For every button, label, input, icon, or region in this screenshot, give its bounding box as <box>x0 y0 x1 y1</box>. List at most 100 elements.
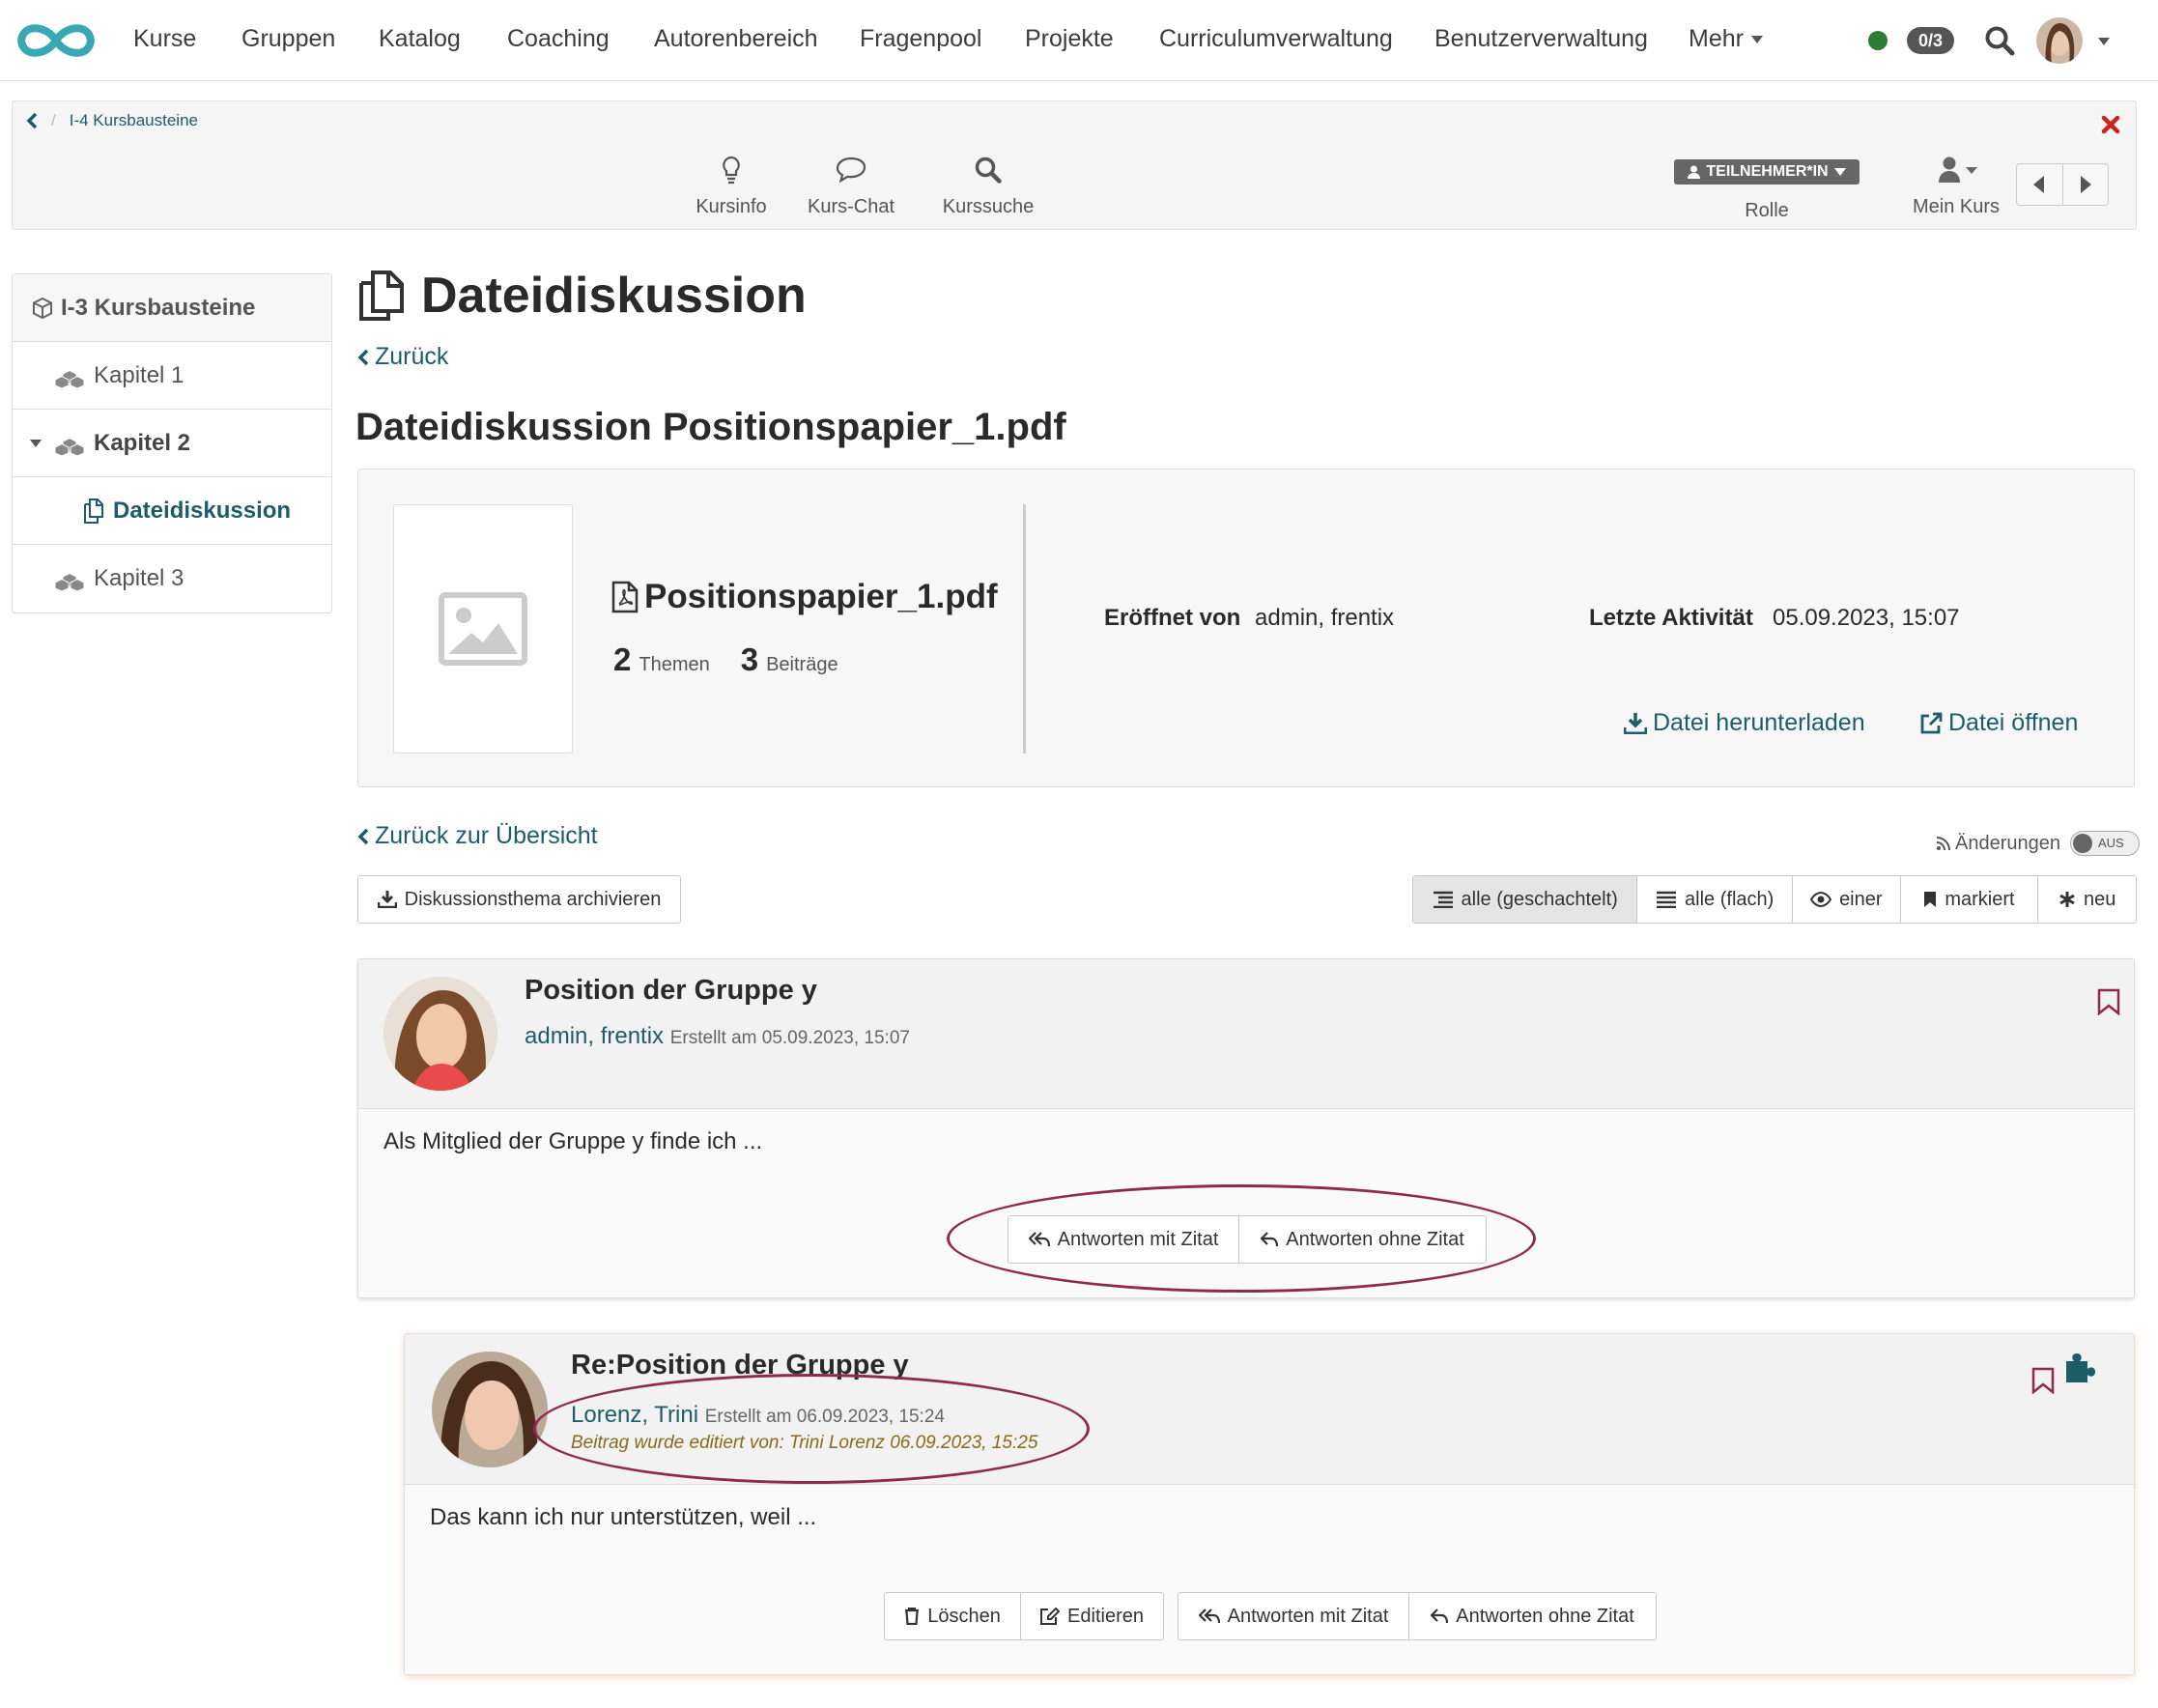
notification-badge[interactable]: 0/3 <box>1907 27 1955 54</box>
post-author-line: admin, frentix Erstellt am 05.09.2023, 1… <box>525 1023 910 1050</box>
back-chevron-icon[interactable] <box>26 112 38 129</box>
nav-mehr-dropdown[interactable]: Mehr <box>1689 25 1763 53</box>
reply-all-icon <box>1198 1608 1220 1624</box>
bookmark-icon <box>1924 892 1937 907</box>
breadcrumb-item[interactable]: I-4 Kursbausteine <box>70 111 198 130</box>
back-link-label: Zurück <box>375 343 449 370</box>
archive-topic-button[interactable]: Diskussionsthema archivieren <box>357 875 681 924</box>
nav-kurse[interactable]: Kurse <box>133 25 196 53</box>
image-placeholder-icon <box>439 592 527 666</box>
action-label: Löschen <box>927 1605 1001 1627</box>
delete-button[interactable]: Löschen <box>885 1593 1022 1639</box>
menu-item-label: Dateidiskussion <box>113 497 292 524</box>
chevron-down-icon <box>1750 35 1763 43</box>
changes-label: Änderungen <box>1955 832 2060 854</box>
post-body: Als Mitglied der Gruppe y finde ich ... <box>383 1128 763 1154</box>
menu-item-label: I-3 Kursbausteine <box>61 294 256 321</box>
reply-with-quote-button[interactable]: Antworten mit Zitat <box>1178 1593 1410 1639</box>
nav-gruppen[interactable]: Gruppen <box>241 25 335 53</box>
rss-icon <box>1936 837 1950 851</box>
user-avatar[interactable] <box>2036 17 2083 64</box>
nav-projekte[interactable]: Projekte <box>1025 25 1114 53</box>
post-author[interactable]: admin, frentix <box>525 1023 664 1049</box>
course-step-nav <box>2016 163 2109 206</box>
triangle-right-icon <box>2080 176 2091 193</box>
role-badge[interactable]: TEILNEHMER*IN <box>1674 159 1860 185</box>
filter-bookmarked-button[interactable]: markiert <box>1901 876 2039 923</box>
back-link[interactable]: Zurück <box>357 343 448 371</box>
file-stats: 2 Themen 3 Beiträge <box>613 641 838 678</box>
chevron-left-icon <box>357 828 369 844</box>
mein-kurs-menu[interactable]: Mein Kurs <box>1910 156 2002 218</box>
nav-coaching[interactable]: Coaching <box>507 25 610 53</box>
file-name[interactable]: Positionspapier_1.pdf <box>611 578 998 616</box>
menu-item-root[interactable]: I-3 Kursbausteine <box>13 274 331 342</box>
tool-kursinfo[interactable]: Kursinfo <box>681 156 781 218</box>
nav-curriculumverwaltung[interactable]: Curriculumverwaltung <box>1159 25 1393 53</box>
nav-katalog[interactable]: Katalog <box>379 25 461 53</box>
close-icon[interactable] <box>2101 115 2120 134</box>
filter-new-button[interactable]: neu <box>2038 876 2136 923</box>
filter-one-button[interactable]: einer <box>1793 876 1901 923</box>
menu-item-kapitel-3[interactable]: Kapitel 3 <box>13 545 331 612</box>
nav-benutzerverwaltung[interactable]: Benutzerverwaltung <box>1434 25 1648 53</box>
reply-without-quote-button[interactable]: Antworten ohne Zitat <box>1409 1593 1656 1639</box>
action-label: Editieren <box>1067 1605 1144 1627</box>
online-status-icon[interactable] <box>1868 31 1888 50</box>
avatar[interactable] <box>383 977 497 1091</box>
download-icon <box>1624 712 1647 734</box>
posts-count: 3 <box>740 641 759 677</box>
edit-button[interactable]: Editieren <box>1021 1593 1163 1639</box>
indent-list-icon <box>1433 891 1453 908</box>
changes-toggle[interactable]: AUS <box>2069 831 2140 856</box>
opened-by-value: admin, frentix <box>1255 605 1395 631</box>
tool-kursinfo-label: Kursinfo <box>696 196 767 217</box>
triangle-left-icon <box>2033 176 2045 193</box>
filter-flat-button[interactable]: alle (flach) <box>1637 876 1793 923</box>
page-title: Dateidiskussion <box>355 267 807 325</box>
back-to-overview-link[interactable]: Zurück zur Übersicht <box>357 822 598 850</box>
user-menu-chevron-icon[interactable] <box>2098 38 2110 45</box>
eye-icon <box>1810 892 1832 907</box>
avatar[interactable] <box>432 1352 548 1467</box>
file-thumbnail[interactable] <box>393 504 573 754</box>
themes-count: 2 <box>613 641 632 677</box>
tool-kurssuche-label: Kurssuche <box>942 196 1035 217</box>
previous-node-button[interactable] <box>2017 164 2063 205</box>
download-file-link[interactable]: Datei herunterladen <box>1624 709 1865 737</box>
menu-item-kapitel-2[interactable]: Kapitel 2 <box>13 410 331 477</box>
open-file-link[interactable]: Datei öffnen <box>1919 709 2078 737</box>
top-navigation: Kurse Gruppen Katalog Coaching Autorenbe… <box>0 0 2158 81</box>
menu-item-dateidiskussion[interactable]: Dateidiskussion <box>13 477 331 545</box>
tool-kurssuche[interactable]: Kurssuche <box>936 156 1040 218</box>
external-link-icon <box>1920 712 1943 733</box>
post-body: Das kann ich nur unterstützen, weil ... <box>430 1504 817 1530</box>
nav-fragenpool[interactable]: Fragenpool <box>860 25 981 53</box>
nav-mehr-label: Mehr <box>1689 25 1744 52</box>
toggle-knob <box>2072 834 2092 853</box>
caret-down-icon[interactable] <box>30 439 42 447</box>
bookmark-icon[interactable] <box>2097 988 2120 1015</box>
menu-item-label: Kapitel 1 <box>94 361 185 388</box>
nav-autorenbereich[interactable]: Autorenbereich <box>654 25 818 53</box>
filter-label: alle (flach) <box>1685 888 1775 910</box>
back-to-overview-label: Zurück zur Übersicht <box>375 822 598 849</box>
cubes-icon <box>54 437 85 456</box>
filter-nested-button[interactable]: alle (geschachtelt) <box>1413 876 1638 923</box>
asterisk-icon <box>2059 892 2075 907</box>
page-title-text: Dateidiskussion <box>421 268 807 324</box>
tool-kurs-chat[interactable]: Kurs-Chat <box>803 156 899 218</box>
search-icon <box>936 156 1040 192</box>
action-label: Antworten mit Zitat <box>1227 1605 1389 1627</box>
posts-label: Beiträge <box>766 654 838 675</box>
download-file-label: Datei herunterladen <box>1653 709 1865 736</box>
menu-item-kapitel-1[interactable]: Kapitel 1 <box>13 342 331 410</box>
divider <box>1023 504 1026 754</box>
role-selector[interactable]: TEILNEHMER*IN Rolle <box>1674 159 1860 222</box>
openolat-logo[interactable] <box>12 17 100 64</box>
search-icon[interactable] <box>1984 25 2015 56</box>
role-label: Rolle <box>1745 200 1789 221</box>
breadcrumb: / I-4 Kursbausteine <box>26 111 198 130</box>
next-node-button[interactable] <box>2063 164 2109 205</box>
bookmark-icon[interactable] <box>2031 1367 2055 1394</box>
